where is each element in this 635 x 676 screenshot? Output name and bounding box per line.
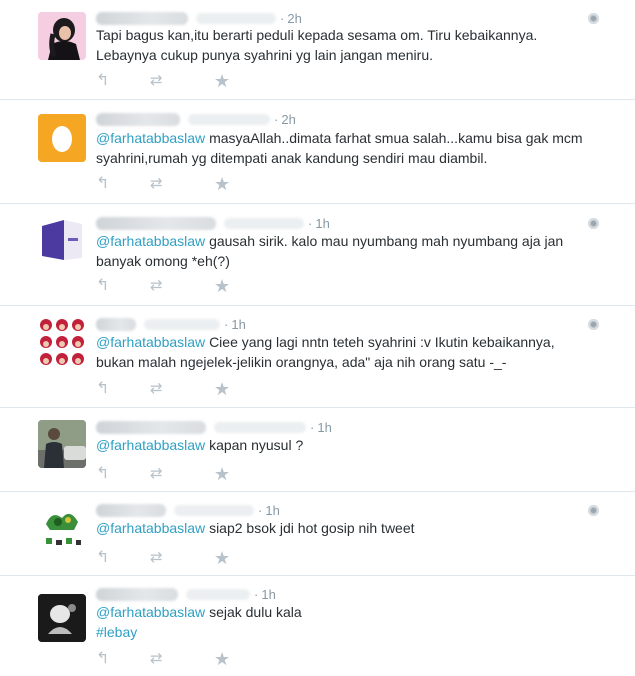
author-handle[interactable] [196,12,276,24]
author-handle[interactable] [186,588,250,600]
tweet-item[interactable]: · 1h @farhatabbaslaw siap2 bsok jdi hot … [0,492,635,576]
retweet-icon[interactable]: ⇄ [150,72,163,90]
hashtag-link[interactable]: #lebay [96,624,137,640]
mention-link[interactable]: @farhatabbaslaw [96,334,205,350]
tweet-text-content: siap2 bsok jdi hot gosip nih tweet [209,520,415,536]
separator-dot: · [280,10,285,26]
author-name[interactable] [96,112,180,126]
tweet-text: @farhatabbaslaw kapan nyusul ? [96,435,596,455]
timestamp[interactable]: 1h [317,420,331,435]
star-icon[interactable]: ★ [214,380,230,398]
star-icon[interactable]: ★ [214,650,230,668]
timestamp[interactable]: 1h [231,317,245,332]
separator-dot: · [254,586,259,602]
tweet-header: · 1h [96,214,330,232]
tweet-item[interactable]: · 1h @farhatabbaslaw sejak dulu kala #le… [0,576,635,676]
author-name[interactable] [96,317,136,331]
reply-icon[interactable]: ↰ [96,380,109,398]
star-icon[interactable]: ★ [214,277,230,295]
avatar[interactable] [38,12,86,60]
author-handle[interactable] [214,421,306,433]
tweet-item[interactable]: · 1h @farhatabbaslaw gausah sirik. kalo … [0,204,635,306]
timestamp[interactable]: 2h [281,112,295,127]
tweet-header: · 1h [96,418,332,436]
avatar[interactable] [38,216,86,264]
retweet-icon[interactable]: ⇄ [150,650,163,668]
tweet-text: @farhatabbaslaw Ciee yang lagi nntn tete… [96,332,596,372]
tweet-item[interactable]: · 2h Tapi bagus kan,itu berarti peduli k… [0,0,635,100]
globe-icon [588,319,599,330]
avatar[interactable] [38,420,86,468]
tweet-text: @farhatabbaslaw masyaAllah..dimata farha… [96,128,596,168]
tweet-header: · 2h [96,110,296,128]
star-icon[interactable]: ★ [214,72,230,90]
timestamp[interactable]: 1h [265,503,279,518]
tweet-text-content: kapan nyusul ? [209,437,304,453]
tweet-header: · 1h [96,501,280,519]
mention-link[interactable]: @farhatabbaslaw [96,604,205,620]
mention-link[interactable]: @farhatabbaslaw [96,520,205,536]
tweet-item[interactable]: · 2h @farhatabbaslaw masyaAllah..dimata … [0,100,635,204]
author-name[interactable] [96,420,206,434]
reply-icon[interactable]: ↰ [96,175,109,193]
reply-icon[interactable]: ↰ [96,465,109,483]
tweet-item[interactable]: · 1h @farhatabbaslaw Ciee yang lagi nntn… [0,306,635,408]
separator-dot: · [258,502,263,518]
star-icon[interactable]: ★ [214,465,230,483]
default-egg-avatar[interactable] [38,114,86,162]
retweet-icon[interactable]: ⇄ [150,549,163,567]
retweet-icon[interactable]: ⇄ [150,277,163,295]
tweet-header: · 1h [96,585,276,603]
tweet-feed: · 2h Tapi bagus kan,itu berarti peduli k… [0,0,635,676]
timestamp[interactable]: 1h [261,587,275,602]
star-icon[interactable]: ★ [214,175,230,193]
timestamp[interactable]: 1h [315,216,329,231]
author-handle[interactable] [188,113,270,125]
author-name[interactable] [96,11,188,25]
retweet-icon[interactable]: ⇄ [150,465,163,483]
globe-icon [588,505,599,516]
author-name[interactable] [96,503,166,517]
tweet-text-content: sejak dulu kala [209,604,302,620]
separator-dot: · [224,316,229,332]
avatar[interactable] [38,594,86,642]
reply-icon[interactable]: ↰ [96,650,109,668]
retweet-icon[interactable]: ⇄ [150,175,163,193]
separator-dot: · [274,111,279,127]
tweet-text-content: Tapi bagus kan,itu berarti peduli kepada… [96,27,538,63]
separator-dot: · [308,215,313,231]
retweet-icon[interactable]: ⇄ [150,380,163,398]
tweet-text: @farhatabbaslaw gausah sirik. kalo mau n… [96,231,596,271]
globe-icon [588,13,599,24]
tweet-text: @farhatabbaslaw sejak dulu kala #lebay [96,602,596,642]
reply-icon[interactable]: ↰ [96,72,109,90]
tweet-header: · 1h [96,315,246,333]
timestamp[interactable]: 2h [287,11,301,26]
mention-link[interactable]: @farhatabbaslaw [96,130,205,146]
author-name[interactable] [96,216,216,230]
author-name[interactable] [96,587,178,601]
globe-icon [588,218,599,229]
tweet-text: Tapi bagus kan,itu berarti peduli kepada… [96,25,596,65]
author-handle[interactable] [144,318,220,330]
tweet-item[interactable]: · 1h @farhatabbaslaw kapan nyusul ? ↰ ⇄ … [0,408,635,492]
author-handle[interactable] [174,504,254,516]
reply-icon[interactable]: ↰ [96,277,109,295]
author-handle[interactable] [224,217,304,229]
tweet-text: @farhatabbaslaw siap2 bsok jdi hot gosip… [96,518,596,538]
separator-dot: · [310,419,315,435]
mention-link[interactable]: @farhatabbaslaw [96,233,205,249]
star-icon[interactable]: ★ [214,549,230,567]
reply-icon[interactable]: ↰ [96,549,109,567]
avatar[interactable] [38,504,86,552]
avatar[interactable] [38,318,86,366]
mention-link[interactable]: @farhatabbaslaw [96,437,205,453]
